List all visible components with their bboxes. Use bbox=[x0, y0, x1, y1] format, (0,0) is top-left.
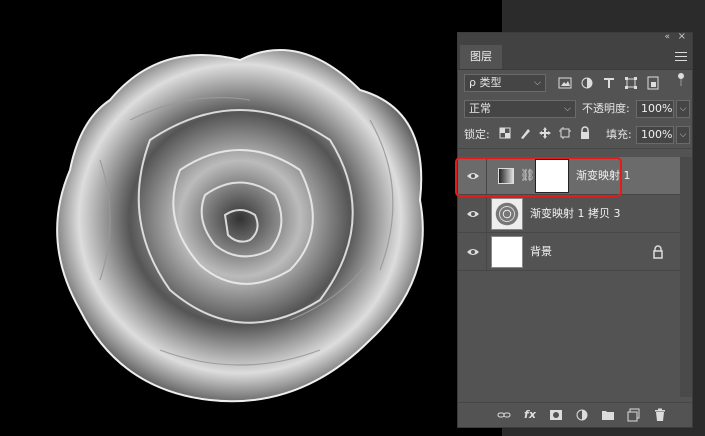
lock-artboard-icon[interactable] bbox=[558, 126, 572, 140]
layer-row-copy[interactable]: 渐变映射 1 拷贝 3 bbox=[458, 195, 680, 233]
delete-icon[interactable] bbox=[652, 407, 668, 423]
layers-scrollbar[interactable] bbox=[680, 157, 692, 397]
layer-thumbnail[interactable] bbox=[491, 236, 523, 268]
shape-filter-icon[interactable] bbox=[624, 76, 638, 90]
image-filter-icon[interactable] bbox=[558, 76, 572, 90]
blend-mode-select[interactable]: 正常 ⌵ bbox=[464, 100, 576, 118]
chevron-down-icon: ⌵ bbox=[534, 78, 541, 88]
lock-all-icon[interactable] bbox=[578, 126, 592, 140]
link-layers-icon[interactable] bbox=[496, 407, 512, 423]
type-filter-icon[interactable] bbox=[602, 76, 616, 90]
new-layer-icon[interactable] bbox=[626, 407, 642, 423]
highlight-annotation bbox=[455, 157, 622, 197]
new-adjustment-icon[interactable] bbox=[574, 407, 590, 423]
visibility-separator bbox=[486, 233, 487, 271]
add-mask-icon[interactable] bbox=[548, 407, 564, 423]
tab-layers[interactable]: 图层 bbox=[460, 45, 502, 69]
fill-input[interactable]: 100% bbox=[636, 126, 674, 144]
opacity-input[interactable]: 100% bbox=[636, 100, 674, 118]
close-panel-icon[interactable]: × bbox=[678, 31, 686, 42]
layer-name[interactable]: 渐变映射 1 拷贝 3 bbox=[530, 195, 621, 233]
fill-dropdown-icon[interactable]: ⌵ bbox=[676, 126, 690, 144]
panel-menu-icon[interactable] bbox=[675, 52, 687, 61]
filter-type-value: 类型 bbox=[479, 76, 502, 89]
blend-mode-value: 正常 bbox=[469, 102, 491, 115]
lock-pixels-icon[interactable] bbox=[518, 126, 532, 140]
panel-title-strip: « × bbox=[458, 31, 692, 45]
layer-row-background[interactable]: 背景 bbox=[458, 233, 680, 271]
filter-row: ρ 类型 ⌵ bbox=[458, 70, 692, 96]
panel-footer: fx bbox=[458, 402, 692, 427]
visibility-eye-icon[interactable] bbox=[466, 207, 480, 221]
layer-thumbnail[interactable] bbox=[491, 198, 523, 230]
smartobject-filter-icon[interactable] bbox=[646, 76, 660, 90]
blend-row: 正常 ⌵ 不透明度: 100% ⌵ bbox=[458, 96, 692, 122]
visibility-eye-icon[interactable] bbox=[466, 245, 480, 259]
lock-position-icon[interactable] bbox=[538, 126, 552, 140]
opacity-label: 不透明度: bbox=[582, 102, 630, 115]
layer-name[interactable]: 背景 bbox=[530, 233, 552, 271]
chevron-down-icon: ⌵ bbox=[564, 104, 571, 114]
fx-icon[interactable]: fx bbox=[522, 407, 538, 423]
lock-label: 锁定: bbox=[464, 128, 490, 141]
filter-toggle-icon[interactable] bbox=[674, 72, 688, 86]
lock-row: 锁定: 填充: 100% ⌵ bbox=[458, 122, 692, 149]
lock-transparency-icon[interactable] bbox=[498, 126, 512, 140]
visibility-separator bbox=[486, 195, 487, 233]
fill-label: 填充: bbox=[606, 128, 632, 141]
layer-lock-icon bbox=[653, 245, 663, 259]
layers-panel: « × 图层 ρ 类型 ⌵ 正常 ⌵ 不透明度: 100% ⌵ 锁定: 填充: … bbox=[457, 31, 693, 428]
opacity-dropdown-icon[interactable]: ⌵ bbox=[676, 100, 690, 118]
adjustment-filter-icon[interactable] bbox=[580, 76, 594, 90]
new-group-icon[interactable] bbox=[600, 407, 616, 423]
search-icon: ρ bbox=[469, 76, 476, 89]
panel-tab-bar: 图层 bbox=[458, 45, 692, 70]
filter-type-select[interactable]: ρ 类型 ⌵ bbox=[464, 74, 546, 92]
rose-image bbox=[56, 49, 424, 403]
collapse-panel-icon[interactable]: « bbox=[664, 32, 670, 42]
